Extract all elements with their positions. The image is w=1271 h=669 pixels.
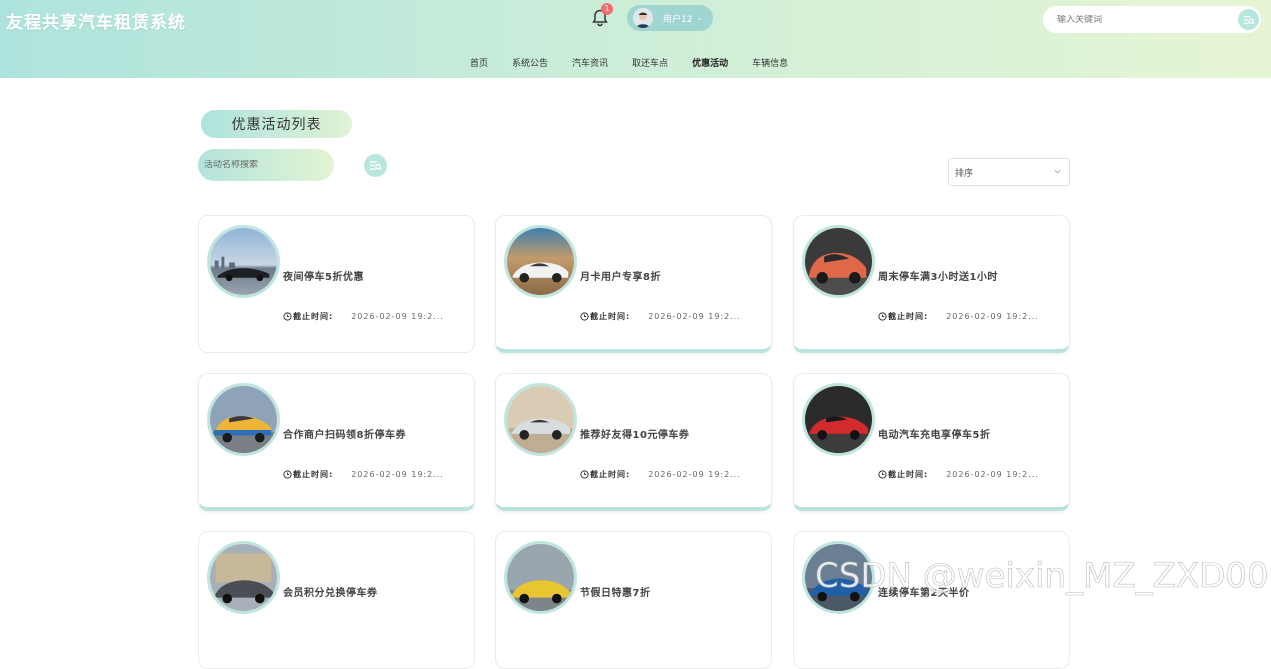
silver-supercar-photo: [504, 383, 577, 456]
user-name: 用户12: [663, 14, 693, 25]
notification-badge: 1: [601, 3, 613, 15]
promotion-card[interactable]: 电动汽车充电享停车5折 截止时间: 2026-02-09 19:2...: [793, 373, 1070, 511]
promotion-card[interactable]: 节假日特惠7折: [495, 531, 772, 669]
promotion-card[interactable]: 周末停车满3小时送1小时 截止时间: 2026-02-09 19:2...: [793, 215, 1070, 353]
red-coupe-photo: [802, 383, 875, 456]
main-nav: 首页 系统公告 汽车资讯 取还车点 优惠活动 车辆信息: [470, 56, 812, 69]
deadline-label: 截止时间:: [590, 312, 631, 321]
nav-item-promotions[interactable]: 优惠活动: [692, 56, 728, 69]
chevron-down-icon: ⌄: [696, 14, 703, 22]
avatar: [633, 8, 653, 28]
promotion-card[interactable]: 推荐好友得10元停车券 截止时间: 2026-02-09 19:2...: [495, 373, 772, 511]
clock-icon: [580, 470, 589, 479]
page-title: 优惠活动列表: [201, 110, 352, 138]
deadline-label: 截止时间:: [888, 312, 929, 321]
card-deadline: 截止时间: 2026-02-09 19:2...: [878, 311, 1039, 322]
activity-search-button[interactable]: [364, 154, 387, 177]
deadline-value: 2026-02-09 19:2...: [648, 312, 741, 321]
card-title: 电动汽车充电享停车5折: [878, 430, 991, 441]
card-deadline: 截止时间: 2026-02-09 19:2...: [283, 311, 444, 322]
search-icon: [370, 161, 382, 171]
card-title: 周末停车满3小时送1小时: [878, 272, 998, 283]
activity-search: [198, 149, 334, 181]
deadline-value: 2026-02-09 19:2...: [946, 312, 1039, 321]
clock-icon: [283, 312, 292, 321]
deadline-value: 2026-02-09 19:2...: [351, 470, 444, 479]
orange-hatchback-photo: [802, 225, 875, 298]
car-night-photo: [207, 225, 280, 298]
card-title: 合作商户扫码领8折停车券: [283, 430, 406, 441]
search-icon: [1243, 15, 1254, 24]
card-title: 月卡用户专享8折: [580, 272, 661, 283]
promotion-card[interactable]: 连续停车第2天半价: [793, 531, 1070, 669]
nav-item-pickup-points[interactable]: 取还车点: [632, 56, 668, 69]
white-sportscar-photo: [504, 225, 577, 298]
card-title: 节假日特惠7折: [580, 588, 651, 599]
site-title: 友程共享汽车租赁系统: [6, 13, 186, 33]
card-title: 推荐好友得10元停车券: [580, 430, 690, 441]
card-deadline: 截止时间: 2026-02-09 19:2...: [580, 469, 741, 480]
nav-item-home[interactable]: 首页: [470, 56, 488, 69]
watermark: CSDN @weixin_MZ_ZXD001: [815, 556, 1271, 597]
search-button[interactable]: [1238, 9, 1259, 30]
clock-icon: [580, 312, 589, 321]
chevron-down-icon: [1054, 169, 1061, 174]
yellow-car-photo: [504, 541, 577, 614]
card-deadline: 截止时间: 2026-02-09 19:2...: [580, 311, 741, 322]
deadline-label: 截止时间:: [590, 470, 631, 479]
deadline-value: 2026-02-09 19:2...: [351, 312, 444, 321]
sort-label: 排序: [955, 168, 974, 179]
deadline-label: 截止时间:: [293, 470, 334, 479]
top-header: 友程共享汽车租赁系统 1 用户12 ⌄ 首页 系统公告 汽车资讯 取还车点 优惠…: [0, 0, 1271, 78]
gray-sedan-photo: [207, 541, 280, 614]
clock-icon: [283, 470, 292, 479]
clock-icon: [878, 312, 887, 321]
nav-item-car-news[interactable]: 汽车资讯: [572, 56, 608, 69]
clock-icon: [878, 470, 887, 479]
sort-select[interactable]: 排序: [948, 158, 1070, 186]
card-title: 夜间停车5折优惠: [283, 272, 364, 283]
card-deadline: 截止时间: 2026-02-09 19:2...: [283, 469, 444, 480]
promotion-card[interactable]: 月卡用户专享8折 截止时间: 2026-02-09 19:2...: [495, 215, 772, 353]
deadline-value: 2026-02-09 19:2...: [946, 470, 1039, 479]
promotion-card[interactable]: 合作商户扫码领8折停车券 截止时间: 2026-02-09 19:2...: [198, 373, 475, 511]
activity-search-input[interactable]: [204, 160, 324, 170]
promotion-card[interactable]: 会员积分兑换停车券: [198, 531, 475, 669]
card-title: 会员积分兑换停车券: [283, 588, 378, 599]
promotion-card[interactable]: 夜间停车5折优惠 截止时间: 2026-02-09 19:2...: [198, 215, 475, 353]
header-search: [1043, 6, 1261, 33]
search-input[interactable]: [1057, 14, 1227, 25]
nav-item-announcements[interactable]: 系统公告: [512, 56, 548, 69]
user-menu[interactable]: 用户12 ⌄: [627, 5, 713, 31]
deadline-label: 截止时间:: [888, 470, 929, 479]
deadline-value: 2026-02-09 19:2...: [648, 470, 741, 479]
card-deadline: 截止时间: 2026-02-09 19:2...: [878, 469, 1039, 480]
deadline-label: 截止时间:: [293, 312, 334, 321]
nav-item-vehicles[interactable]: 车辆信息: [752, 56, 788, 69]
taxi-photo: [207, 383, 280, 456]
